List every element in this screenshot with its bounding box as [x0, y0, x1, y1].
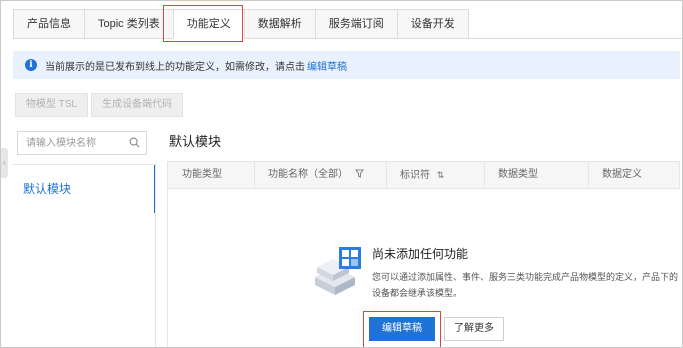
tab-device-development[interactable]: 设备开发: [396, 9, 469, 39]
module-sidebar: 默认模块: [13, 127, 156, 347]
column-function-type: 功能类型: [182, 169, 222, 180]
sort-icon[interactable]: ⇅: [437, 170, 445, 180]
empty-state-illustration: [315, 247, 361, 295]
collapse-handle-icon[interactable]: ‹: [1, 148, 8, 178]
page-frame: 产品信息 Topic 类列表 功能定义 数据解析 服务端订阅 设备开发 i 当前…: [0, 0, 683, 348]
learn-more-button[interactable]: 了解更多: [444, 317, 504, 341]
tab-function-definition[interactable]: 功能定义: [172, 9, 245, 39]
column-divider: [254, 162, 255, 188]
info-text: 当前展示的是已发布到线上的功能定义，如需修改，请点击: [45, 61, 305, 73]
module-search: [17, 131, 147, 155]
column-divider: [386, 162, 387, 188]
module-title: 默认模块: [169, 134, 222, 149]
column-identifier-label: 标识符: [400, 170, 430, 181]
column-function-name[interactable]: 功能名称（全部）: [268, 162, 364, 188]
tabs-divider: [13, 38, 682, 39]
column-divider: [588, 162, 589, 188]
tab-server-subscription[interactable]: 服务端订阅: [314, 9, 398, 39]
module-list: 默认模块: [13, 164, 156, 347]
column-divider: [484, 162, 485, 188]
tab-topic-list[interactable]: Topic 类列表: [84, 9, 174, 39]
module-item-default[interactable]: 默认模块: [13, 165, 156, 213]
tab-bar: 产品信息 Topic 类列表 功能定义 数据解析 服务端订阅 设备开发: [13, 9, 469, 39]
tab-product-info[interactable]: 产品信息: [13, 9, 85, 39]
empty-state-title: 尚未添加任何功能: [372, 247, 469, 261]
tsl-button[interactable]: 物模型 TSL: [15, 93, 89, 117]
generate-device-code-button[interactable]: 生成设备端代码: [91, 93, 183, 117]
module-search-input[interactable]: [18, 132, 118, 154]
column-data-definition: 数据定义: [602, 169, 642, 180]
column-identifier[interactable]: 标识符 ⇅: [400, 162, 444, 188]
tab-data-parsing[interactable]: 数据解析: [243, 9, 316, 39]
empty-state-description: 您可以通过添加属性、事件、服务三类功能完成产品物模型的定义，产品下的设备都会继承…: [372, 272, 679, 298]
edit-draft-button[interactable]: 编辑草稿: [369, 317, 435, 341]
info-banner: i 当前展示的是已发布到线上的功能定义，如需修改，请点击 编辑草稿: [13, 51, 680, 79]
column-data-type: 数据类型: [498, 169, 538, 180]
sidebar-divider: [155, 163, 156, 347]
search-icon[interactable]: [129, 137, 140, 148]
edit-draft-link[interactable]: 编辑草稿: [307, 58, 347, 73]
info-icon: i: [25, 59, 37, 71]
filter-icon[interactable]: [354, 169, 364, 178]
table-header: 功能类型 功能名称（全部） 标识符 ⇅ 数据类型 数据定义: [167, 161, 680, 189]
column-function-name-label: 功能名称（全部）: [268, 169, 348, 180]
